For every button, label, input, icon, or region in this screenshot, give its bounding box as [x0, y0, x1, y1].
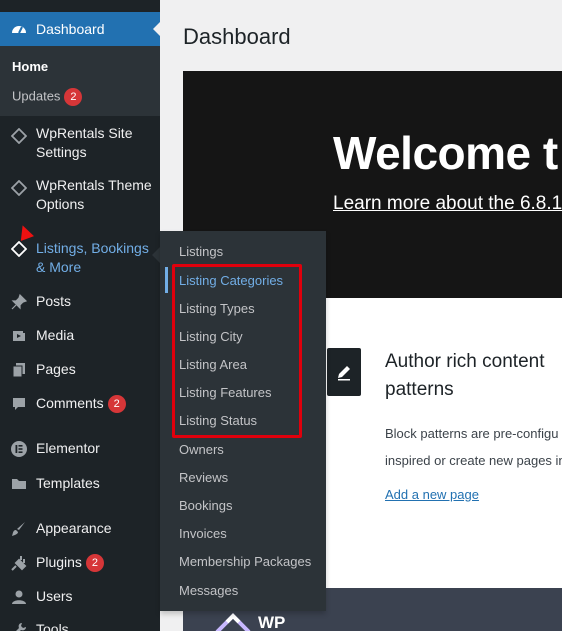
- plugins-label: Plugins: [36, 554, 82, 570]
- page-title: Dashboard: [183, 24, 291, 49]
- current-page-arrow: [153, 21, 161, 37]
- annotation-highlight-box: [172, 264, 302, 438]
- diamond-icon: [9, 239, 29, 259]
- sidebar-item-label: Templates: [36, 475, 100, 491]
- sidebar-item-label: Dashboard: [36, 21, 105, 37]
- sidebar-item-label: WpRentals Site Settings: [36, 125, 133, 160]
- learn-more-link[interactable]: Learn more about the 6.8.1: [333, 193, 562, 215]
- sidebar-item-plugins[interactable]: Plugins 2: [0, 553, 160, 573]
- card-heading-line-1: Author rich content: [385, 351, 545, 372]
- sidebar-item-label: Elementor: [36, 440, 100, 456]
- pin-icon: [9, 292, 29, 312]
- sidebar-item-label: Tools: [36, 621, 69, 631]
- submenu-updates-label: Updates: [12, 88, 61, 104]
- pages-icon: [9, 360, 29, 380]
- flyout-item-membership-packages[interactable]: Membership Packages: [179, 554, 311, 570]
- sidebar-item-listings[interactable]: Listings, Bookings & More: [0, 239, 160, 279]
- flyout-item-listings[interactable]: Listings: [179, 244, 223, 260]
- sidebar-item-label: Posts: [36, 293, 72, 309]
- edit-icon: [327, 348, 361, 396]
- add-new-page-link[interactable]: Add a new page: [385, 487, 479, 502]
- sidebar-item-label: Comments 2: [36, 394, 126, 414]
- wrench-icon: [9, 620, 29, 631]
- admin-sidebar: Dashboard Home Updates 2 WpRentals Site S…: [0, 0, 161, 631]
- sidebar-item-elementor[interactable]: Elementor: [0, 439, 160, 459]
- comment-icon: [9, 394, 29, 414]
- dashboard-icon: [9, 19, 29, 39]
- media-icon: [9, 326, 29, 346]
- wp-logo-icon: [213, 612, 253, 631]
- flyout-arrow: [152, 247, 160, 263]
- diamond-icon: [9, 178, 29, 198]
- comments-label: Comments: [36, 395, 104, 411]
- flyout-item-bookings[interactable]: Bookings: [179, 498, 232, 514]
- folder-icon: [9, 474, 29, 494]
- plugins-count-badge: 2: [85, 554, 104, 573]
- sidebar-item-site-settings[interactable]: WpRentals Site Settings: [0, 124, 160, 164]
- sidebar-item-label: Media: [36, 327, 75, 343]
- elementor-icon: [9, 439, 29, 459]
- card-heading-line-2: patterns: [385, 379, 454, 400]
- current-item-marker: [165, 267, 168, 293]
- sidebar-item-media[interactable]: Media: [0, 326, 160, 346]
- flyout-item-owners[interactable]: Owners: [179, 442, 224, 458]
- sidebar-item-tools[interactable]: Tools: [0, 620, 160, 631]
- welcome-heading: Welcome t: [333, 127, 558, 179]
- sidebar-item-pages[interactable]: Pages: [0, 360, 160, 380]
- card-text-line-2: inspired or create new pages in: [385, 453, 562, 468]
- sidebar-item-appearance[interactable]: Appearance: [0, 519, 160, 539]
- sidebar-item-dashboard[interactable]: Dashboard: [0, 12, 161, 46]
- sidebar-item-label: Appearance: [36, 520, 112, 536]
- sidebar-item-label: Pages: [36, 361, 76, 377]
- brush-icon: [9, 519, 29, 539]
- comments-count-badge: 2: [107, 395, 126, 414]
- sidebar-item-posts[interactable]: Posts: [0, 292, 160, 312]
- flyout-item-messages[interactable]: Messages: [179, 583, 238, 599]
- sidebar-item-comments[interactable]: Comments 2: [0, 394, 160, 414]
- sidebar-item-label: Listings, Bookings & More: [36, 240, 149, 275]
- flyout-item-invoices[interactable]: Invoices: [179, 526, 227, 542]
- card-text-line-1: Block patterns are pre-configu: [385, 426, 559, 441]
- plug-icon: [9, 553, 29, 573]
- wp-logo-text: WP: [258, 613, 286, 631]
- flyout-item-reviews[interactable]: Reviews: [179, 470, 228, 486]
- sidebar-item-label: WpRentals Theme Options: [36, 177, 152, 212]
- card-description: Block patterns are pre-configu inspired …: [385, 420, 562, 474]
- sidebar-item-label: Users: [36, 588, 73, 604]
- diamond-icon: [9, 126, 29, 146]
- sidebar-item-label: Plugins 2: [36, 553, 104, 573]
- updates-count-badge: 2: [64, 88, 83, 106]
- sidebar-item-users[interactable]: Users: [0, 587, 160, 607]
- user-icon: [9, 587, 29, 607]
- dashboard-submenu: Home Updates 2: [0, 46, 160, 116]
- sidebar-item-theme-options[interactable]: WpRentals Theme Options: [0, 176, 160, 216]
- submenu-updates[interactable]: Updates 2: [12, 88, 83, 106]
- card-heading: Author rich content patterns: [385, 348, 562, 404]
- sidebar-item-templates[interactable]: Templates: [0, 474, 160, 494]
- submenu-home[interactable]: Home: [12, 59, 48, 74]
